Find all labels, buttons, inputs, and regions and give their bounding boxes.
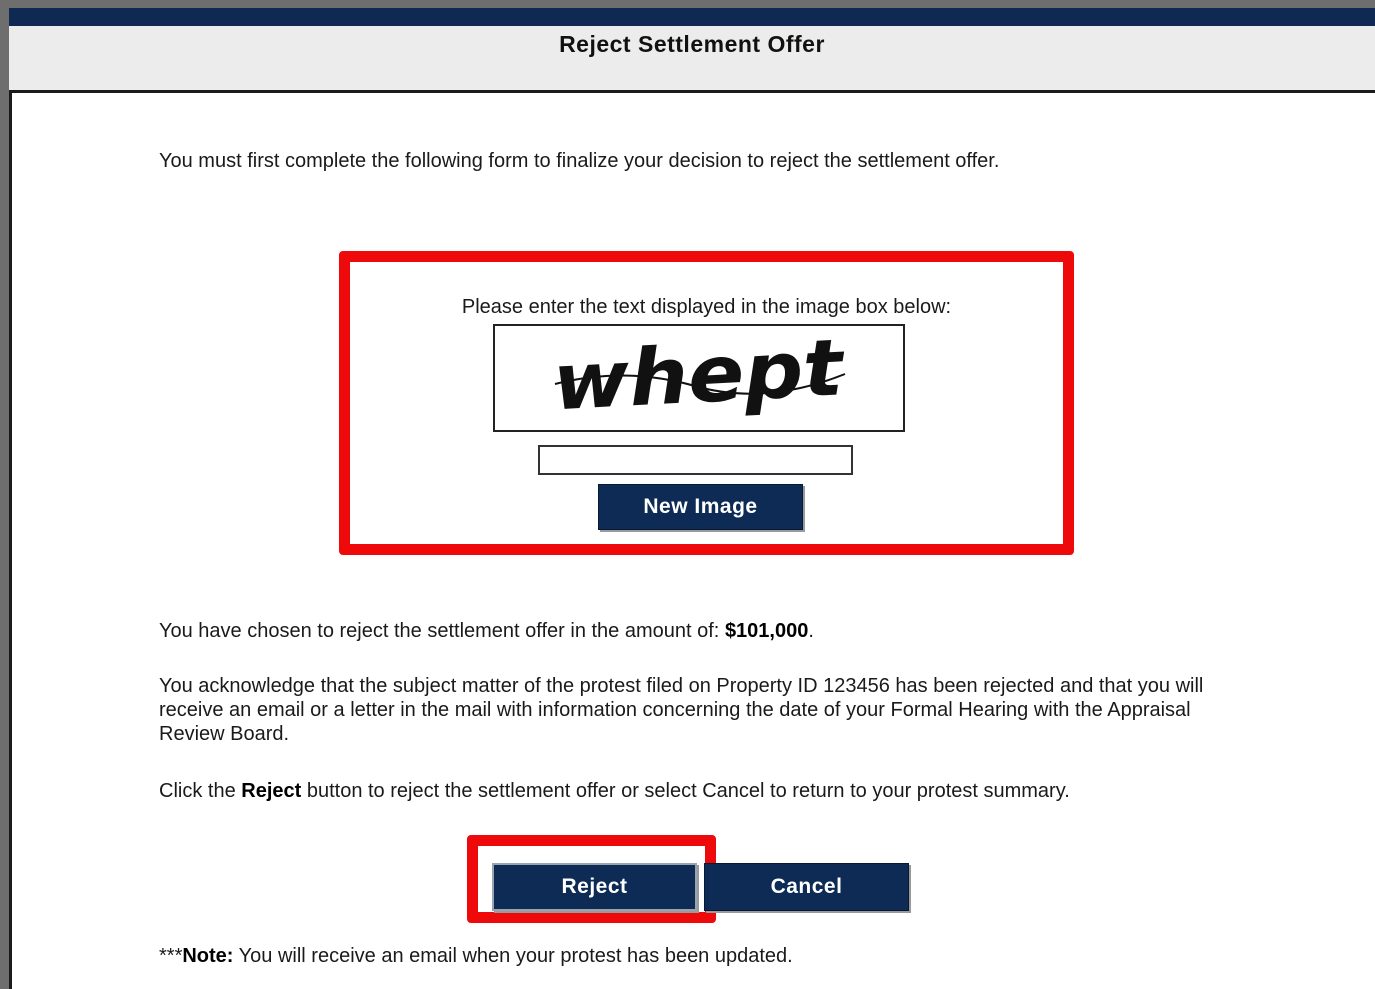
top-bar	[9, 8, 1375, 26]
captcha-input[interactable]	[538, 445, 853, 475]
reject-button[interactable]: Reject	[492, 863, 697, 911]
dialog-header: Reject Settlement Offer	[9, 26, 1375, 93]
captcha-highlight-box: Please enter the text displayed in the i…	[339, 251, 1074, 555]
intro-text: You must first complete the following fo…	[159, 150, 1000, 172]
captcha-image: whept	[493, 324, 905, 432]
acknowledgement-text: You acknowledge that the subject matter …	[159, 675, 1204, 745]
cancel-button[interactable]: Cancel	[704, 863, 909, 911]
settlement-amount: $101,000	[724, 620, 809, 642]
dialog-window: Reject Settlement Offer You must first c…	[9, 8, 1375, 989]
instruction-part2: button to reject the settlement offer or…	[301, 780, 1070, 802]
note-prefix: ***	[159, 945, 183, 967]
amount-suffix: .	[808, 620, 814, 642]
instruction-text: Click the Reject button to reject the se…	[159, 779, 1249, 803]
amount-statement: You have chosen to reject the settlement…	[159, 619, 1249, 643]
note-label: Note:	[182, 945, 234, 967]
dialog-title: Reject Settlement Offer	[559, 31, 825, 57]
captcha-prompt: Please enter the text displayed in the i…	[461, 296, 952, 318]
note-body: You will receive an email when your prot…	[233, 945, 793, 967]
new-image-button[interactable]: New Image	[598, 484, 803, 530]
dialog-body: You must first complete the following fo…	[9, 93, 1375, 989]
amount-prefix: You have chosen to reject the settlement…	[159, 620, 720, 642]
instruction-part1: Click the	[159, 780, 242, 802]
instruction-reject-word: Reject	[241, 780, 302, 802]
note-text: ***Note: You will receive an email when …	[159, 944, 1249, 968]
